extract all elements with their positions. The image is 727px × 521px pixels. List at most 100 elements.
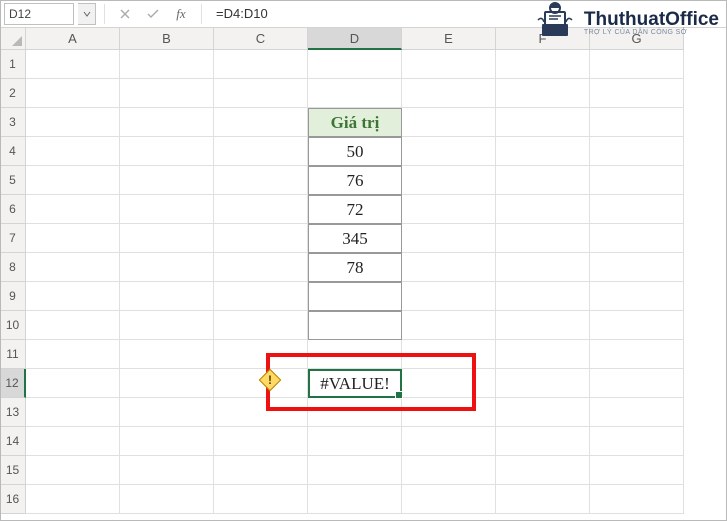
cell-G4[interactable] (590, 137, 684, 166)
cell-B6[interactable] (120, 195, 214, 224)
cell-G3[interactable] (590, 108, 684, 137)
cell-D15[interactable] (308, 456, 402, 485)
cell-B2[interactable] (120, 79, 214, 108)
cell-D13[interactable] (308, 398, 402, 427)
row-header-6[interactable]: 6 (0, 195, 26, 224)
cell-E3[interactable] (402, 108, 496, 137)
cell-B14[interactable] (120, 427, 214, 456)
cell-A14[interactable] (26, 427, 120, 456)
cell-A16[interactable] (26, 485, 120, 514)
cell-G16[interactable] (590, 485, 684, 514)
row-header-2[interactable]: 2 (0, 79, 26, 108)
row-header-15[interactable]: 15 (0, 456, 26, 485)
cell-B9[interactable] (120, 282, 214, 311)
cell-F8[interactable] (496, 253, 590, 282)
row-header-14[interactable]: 14 (0, 427, 26, 456)
cell-G12[interactable] (590, 369, 684, 398)
cell-C8[interactable] (214, 253, 308, 282)
cell-A2[interactable] (26, 79, 120, 108)
cell-E14[interactable] (402, 427, 496, 456)
name-box[interactable]: D12 (4, 3, 74, 25)
cell-E5[interactable] (402, 166, 496, 195)
cell-G14[interactable] (590, 427, 684, 456)
cell-D10[interactable] (308, 311, 402, 340)
cell-E16[interactable] (402, 485, 496, 514)
cell-C4[interactable] (214, 137, 308, 166)
cell-A6[interactable] (26, 195, 120, 224)
cell-D16[interactable] (308, 485, 402, 514)
cell-G15[interactable] (590, 456, 684, 485)
cell-C14[interactable] (214, 427, 308, 456)
cell-D9[interactable] (308, 282, 402, 311)
row-header-4[interactable]: 4 (0, 137, 26, 166)
insert-function-button[interactable]: fx (169, 3, 193, 25)
cell-G9[interactable] (590, 282, 684, 311)
cell-C3[interactable] (214, 108, 308, 137)
cell-F9[interactable] (496, 282, 590, 311)
cell-C7[interactable] (214, 224, 308, 253)
cell-E9[interactable] (402, 282, 496, 311)
cell-A7[interactable] (26, 224, 120, 253)
row-header-10[interactable]: 10 (0, 311, 26, 340)
cell-C1[interactable] (214, 50, 308, 79)
cell-B10[interactable] (120, 311, 214, 340)
cell-B3[interactable] (120, 108, 214, 137)
cell-E2[interactable] (402, 79, 496, 108)
cell-D8[interactable]: 78 (308, 253, 402, 282)
row-header-13[interactable]: 13 (0, 398, 26, 427)
cell-F2[interactable] (496, 79, 590, 108)
cell-F3[interactable] (496, 108, 590, 137)
cell-B16[interactable] (120, 485, 214, 514)
cell-B15[interactable] (120, 456, 214, 485)
cell-D2[interactable] (308, 79, 402, 108)
cell-E15[interactable] (402, 456, 496, 485)
cell-C13[interactable] (214, 398, 308, 427)
cell-F10[interactable] (496, 311, 590, 340)
cell-C10[interactable] (214, 311, 308, 340)
cell-D5[interactable]: 76 (308, 166, 402, 195)
cell-A3[interactable] (26, 108, 120, 137)
cell-B5[interactable] (120, 166, 214, 195)
column-header-D[interactable]: D (308, 28, 402, 50)
row-header-16[interactable]: 16 (0, 485, 26, 514)
cell-E10[interactable] (402, 311, 496, 340)
column-header-A[interactable]: A (26, 28, 120, 50)
cell-G2[interactable] (590, 79, 684, 108)
cell-C15[interactable] (214, 456, 308, 485)
cell-A5[interactable] (26, 166, 120, 195)
cell-D14[interactable] (308, 427, 402, 456)
cell-G8[interactable] (590, 253, 684, 282)
select-all-corner[interactable] (0, 28, 26, 50)
cell-E4[interactable] (402, 137, 496, 166)
cell-A15[interactable] (26, 456, 120, 485)
row-header-3[interactable]: 3 (0, 108, 26, 137)
cell-D4[interactable]: 50 (308, 137, 402, 166)
cell-F14[interactable] (496, 427, 590, 456)
cancel-formula-button[interactable] (113, 3, 137, 25)
cell-F4[interactable] (496, 137, 590, 166)
cell-E12[interactable] (402, 369, 496, 398)
cell-G6[interactable] (590, 195, 684, 224)
cell-E13[interactable] (402, 398, 496, 427)
cell-D1[interactable] (308, 50, 402, 79)
cell-E11[interactable] (402, 340, 496, 369)
cell-B8[interactable] (120, 253, 214, 282)
cell-A4[interactable] (26, 137, 120, 166)
cell-F13[interactable] (496, 398, 590, 427)
cell-C6[interactable] (214, 195, 308, 224)
row-header-1[interactable]: 1 (0, 50, 26, 79)
cell-C5[interactable] (214, 166, 308, 195)
cell-D6[interactable]: 72 (308, 195, 402, 224)
cell-B11[interactable] (120, 340, 214, 369)
cell-E7[interactable] (402, 224, 496, 253)
column-header-C[interactable]: C (214, 28, 308, 50)
cell-D11[interactable] (308, 340, 402, 369)
column-header-B[interactable]: B (120, 28, 214, 50)
name-box-dropdown[interactable] (78, 3, 96, 25)
cell-F15[interactable] (496, 456, 590, 485)
cell-C2[interactable] (214, 79, 308, 108)
cell-G13[interactable] (590, 398, 684, 427)
cell-G5[interactable] (590, 166, 684, 195)
cell-C16[interactable] (214, 485, 308, 514)
row-header-11[interactable]: 11 (0, 340, 26, 369)
